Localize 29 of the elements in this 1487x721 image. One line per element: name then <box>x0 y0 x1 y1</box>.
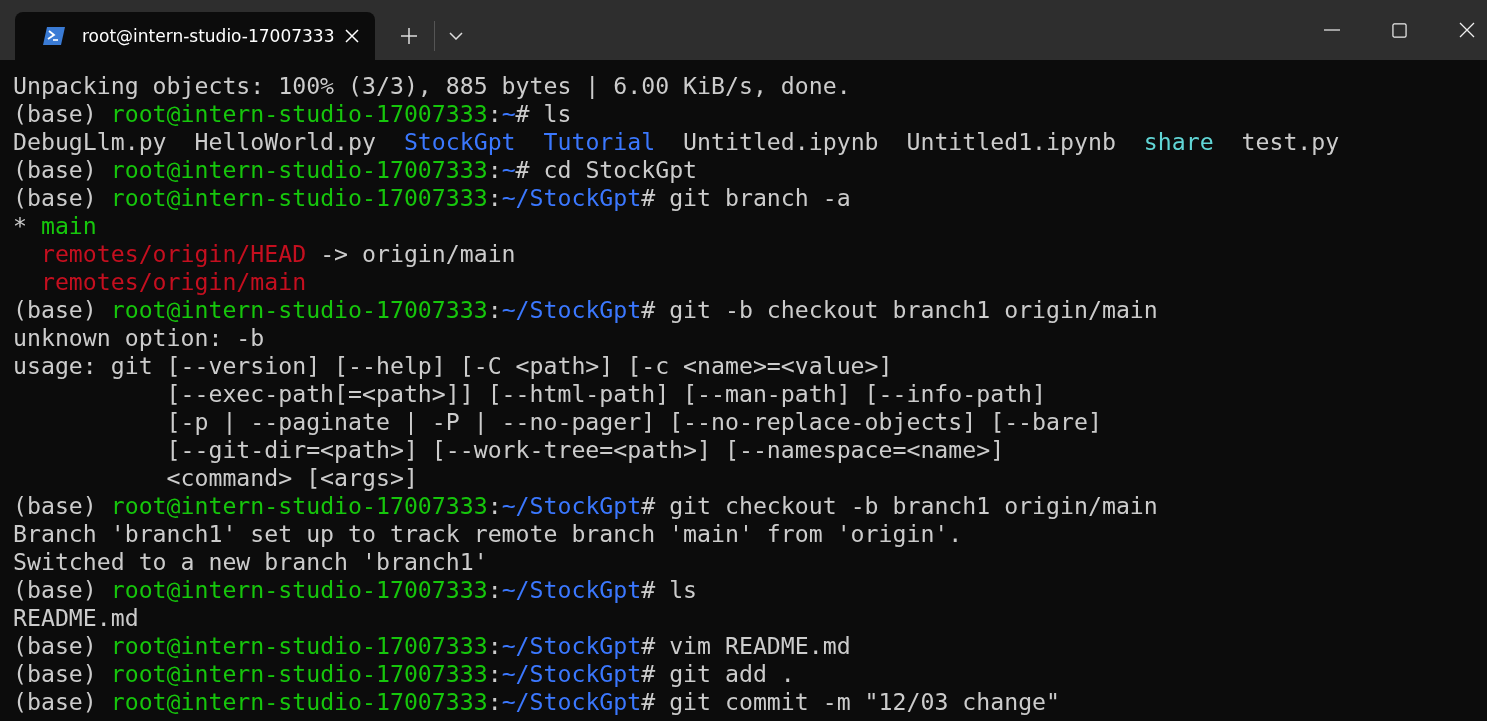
terminal-line: (base) root@intern-studio-17007333:~# ls <box>13 100 572 128</box>
terminal-line: (base) root@intern-studio-17007333:~/StockGpt# git checkout -b branch1 origin/main <box>13 492 1158 520</box>
terminal-line: (base) root@intern-studio-17007333:~/StockGpt# git branch -a <box>13 184 851 212</box>
terminal-line: Branch 'branch1' set up to track remote branch 'main' from 'origin'. <box>13 520 963 548</box>
terminal-line: unknown option: -b <box>13 324 265 352</box>
maximize-icon[interactable] <box>1392 22 1407 38</box>
terminal-line: usage: git [--version] [--help] [-C <path>] [-c <name>=<value>] <box>13 352 893 380</box>
terminal-line: * main <box>13 212 97 240</box>
terminal-line: remotes/origin/main <box>39 268 307 296</box>
terminal-line: DebugLlm.py HelloWorld.py StockGpt Tutorial Untitled.ipynb Untitled1.ipynb share test.py <box>13 128 1340 156</box>
terminal-line: [--git-dir=<path>] [--work-tree=<path>] [--namespace=<name>] <box>165 436 1005 464</box>
terminal-line: (base) root@intern-studio-17007333:~/StockGpt# ls <box>13 576 698 604</box>
terminal-line: (base) root@intern-studio-17007333:~/StockGpt# git commit -m "12/03 change" <box>13 688 1061 716</box>
close-icon[interactable] <box>1459 22 1475 38</box>
add-icon[interactable] <box>401 28 417 44</box>
terminal-line: (base) root@intern-studio-17007333:~/StockGpt# git -b checkout branch1 origin/main <box>13 296 1158 324</box>
terminal-prompt-icon <box>43 27 65 45</box>
terminal-line: Unpacking objects: 100% (3/3), 885 bytes | 6.00 KiB/s, done. <box>13 72 851 100</box>
terminal-line: (base) root@intern-studio-17007333:~/StockGpt# vim README.md <box>13 632 851 660</box>
terminal-line: [--exec-path[=<path>]] [--html-path] [--man-path] [--info-path] <box>165 380 1047 408</box>
terminal-line: <command> [<args>] <box>165 464 418 492</box>
terminal-line: Switched to a new branch 'branch1' <box>13 548 488 576</box>
terminal-tab[interactable]: root@intern-studio-17007333 <box>15 12 375 60</box>
terminal-line: README.md <box>13 604 139 632</box>
chevron-down-icon[interactable] <box>449 32 463 40</box>
terminal-line: (base) root@intern-studio-17007333:~# cd StockGpt <box>13 156 698 184</box>
terminal-line: remotes/origin/HEAD -> origin/main <box>39 240 516 268</box>
terminal-line: (base) root@intern-studio-17007333:~/StockGpt# git add . <box>13 660 795 688</box>
terminal-line: [-p | --paginate | -P | --no-pager] [--no-replace-objects] [--bare] <box>165 408 1102 436</box>
